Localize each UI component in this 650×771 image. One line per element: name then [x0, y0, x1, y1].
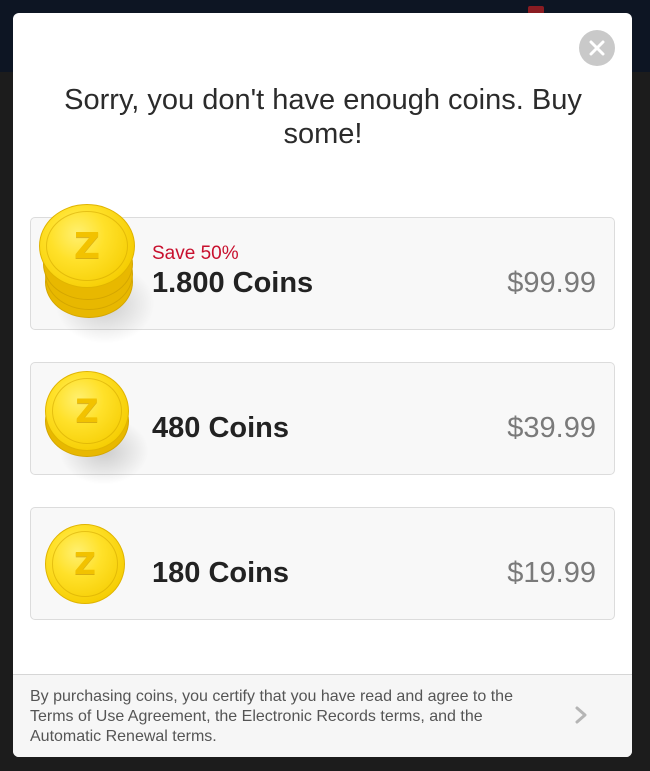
- coin-amount: 1.800 Coins: [152, 267, 314, 299]
- coin-amount: 180 Coins: [152, 557, 289, 589]
- terms-footer[interactable]: By purchasing coins, you certify that yo…: [13, 674, 632, 757]
- buy-coins-dialog: Sorry, you don't have enough coins. Buy …: [13, 13, 632, 757]
- coin-packages-list: Z Save 50% 1.800 Coins $99.99 Z 480 Coin…: [30, 204, 615, 652]
- coin-package-180[interactable]: Z 180 Coins $19.99: [30, 507, 615, 620]
- package-price: $39.99: [507, 412, 596, 444]
- coin-icon: Z: [45, 524, 129, 608]
- close-button[interactable]: [579, 30, 615, 66]
- package-price: $19.99: [507, 557, 596, 589]
- coin-amount: 480 Coins: [152, 412, 289, 444]
- coin-stack-medium-icon: Z: [43, 369, 149, 489]
- close-icon: [589, 40, 605, 56]
- coin-package-1800[interactable]: Z Save 50% 1.800 Coins $99.99: [30, 204, 615, 344]
- discount-badge: Save 50%: [152, 243, 239, 264]
- coin-package-480[interactable]: Z 480 Coins $39.99: [30, 362, 615, 485]
- dialog-title: Sorry, you don't have enough coins. Buy …: [64, 84, 582, 150]
- package-price: $99.99: [507, 267, 596, 299]
- chevron-right-icon: [575, 706, 587, 724]
- terms-text: By purchasing coins, you certify that yo…: [30, 688, 513, 745]
- coin-stack-large-icon: Z: [37, 204, 155, 344]
